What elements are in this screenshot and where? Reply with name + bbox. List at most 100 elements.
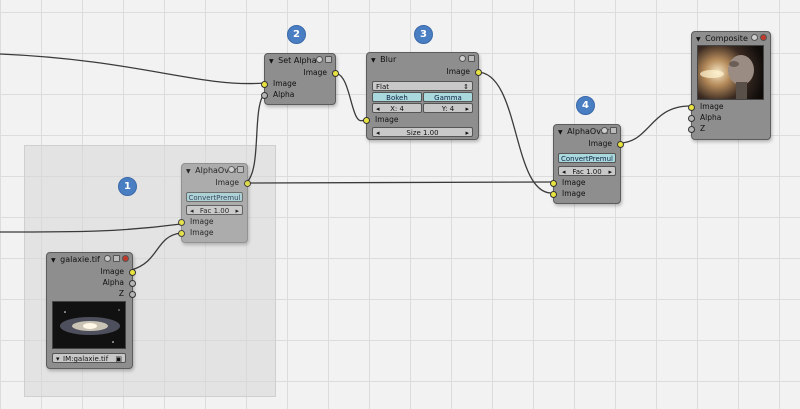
collapse-triangle-icon[interactable]: ▼ bbox=[558, 129, 563, 136]
set-alpha-title: Set Alpha bbox=[278, 56, 317, 65]
image-settings-icon[interactable]: ▣ bbox=[115, 354, 122, 364]
composite-in-image-socket[interactable] bbox=[688, 104, 695, 111]
preview-toggle-icon[interactable] bbox=[601, 127, 608, 134]
galaxy-thumbnail bbox=[60, 309, 120, 343]
composite-in-alpha-label: Alpha bbox=[700, 113, 722, 122]
alphaover-right-in-image1-label: Image bbox=[562, 178, 586, 187]
decrement-arrow-icon[interactable]: ◂ bbox=[376, 104, 380, 114]
options-toggle-icon[interactable] bbox=[610, 127, 617, 134]
link-setalpha-to-blur bbox=[333, 72, 365, 122]
dropdown-arrows-icon: ⇕ bbox=[463, 83, 469, 91]
composite-in-z-label: Z bbox=[700, 124, 706, 133]
galaxie-out-z-socket[interactable] bbox=[129, 291, 136, 298]
blur-in-image-socket[interactable] bbox=[363, 117, 370, 124]
badge-1: 1 bbox=[118, 177, 137, 196]
blur-out-image-socket[interactable] bbox=[475, 69, 482, 76]
preview-toggle-icon[interactable] bbox=[751, 34, 758, 41]
set-alpha-in-alpha-socket[interactable] bbox=[261, 92, 268, 99]
alphaover-right-in-image2-socket[interactable] bbox=[550, 191, 557, 198]
decrement-arrow-icon[interactable]: ◂ bbox=[376, 128, 380, 138]
galaxie-preview-image bbox=[52, 301, 126, 349]
composite-header[interactable]: ▼ Composite bbox=[692, 32, 770, 45]
collapse-triangle-icon[interactable]: ▼ bbox=[371, 57, 376, 64]
galaxie-out-alpha-socket[interactable] bbox=[129, 280, 136, 287]
preview-toggle-icon[interactable] bbox=[228, 166, 235, 173]
galaxie-out-alpha-label: Alpha bbox=[102, 278, 124, 287]
set-alpha-node[interactable]: ▼ Set Alpha Image Image Alpha bbox=[261, 53, 339, 105]
blur-gamma-toggle[interactable]: Gamma bbox=[423, 92, 473, 102]
alphaover-left-convert-premul-toggle[interactable]: ConvertPremul bbox=[186, 192, 243, 202]
composite-in-z-socket[interactable] bbox=[688, 126, 695, 133]
blur-x-value: X: 4 bbox=[390, 105, 404, 113]
alphaover-left-fac-field[interactable]: ◂ Fac 1.00 ▸ bbox=[186, 205, 243, 215]
alphaover-left-in-image2-socket[interactable] bbox=[178, 230, 185, 237]
blur-out-image-label: Image bbox=[446, 67, 471, 76]
blur-bokeh-toggle[interactable]: Bokeh bbox=[372, 92, 422, 102]
alphaover-left-in-image1-socket[interactable] bbox=[178, 219, 185, 226]
alphaover-left-in-image1-label: Image bbox=[190, 217, 214, 226]
options-toggle-icon[interactable] bbox=[468, 55, 475, 62]
galaxie-out-image-socket[interactable] bbox=[129, 269, 136, 276]
badge-3: 3 bbox=[414, 25, 433, 44]
decrement-arrow-icon[interactable]: ◂ bbox=[562, 167, 566, 177]
link-alphaover-right-to-composite bbox=[618, 105, 691, 144]
increment-arrow-icon[interactable]: ▸ bbox=[465, 128, 469, 138]
blur-y-value: Y: 4 bbox=[441, 105, 455, 113]
blur-y-field[interactable]: Y: 4 ▸ bbox=[423, 103, 473, 113]
alphaover-left-node[interactable]: ▼ AlphaOver Image ConvertPremul ◂ Fac 1.… bbox=[178, 163, 251, 243]
blur-x-field[interactable]: ◂ X: 4 bbox=[372, 103, 422, 113]
link-galaxie-to-alphaover-left bbox=[130, 232, 182, 271]
galaxie-out-z-label: Z bbox=[118, 289, 124, 298]
set-alpha-header[interactable]: ▼ Set Alpha bbox=[265, 54, 335, 67]
alphaover-right-out-image-socket[interactable] bbox=[617, 141, 624, 148]
collapse-triangle-icon[interactable]: ▼ bbox=[186, 168, 191, 175]
options-toggle-icon[interactable] bbox=[113, 255, 120, 262]
alphaover-right-in-image1-socket[interactable] bbox=[550, 180, 557, 187]
increment-arrow-icon[interactable]: ▸ bbox=[465, 104, 469, 114]
alphaover-left-out-image-socket[interactable] bbox=[244, 180, 251, 187]
alphaover-right-node[interactable]: ▼ AlphaOver Image ConvertPremul ◂ Fac 1.… bbox=[550, 124, 624, 204]
alphaover-right-out-image-label: Image bbox=[588, 139, 613, 148]
increment-arrow-icon[interactable]: ▸ bbox=[608, 167, 612, 177]
options-toggle-icon[interactable] bbox=[325, 56, 332, 63]
alphaover-left-fac-value: Fac 1.00 bbox=[199, 207, 230, 215]
increment-arrow-icon[interactable]: ▸ bbox=[235, 206, 239, 216]
alphaover-left-in-image2-label: Image bbox=[190, 228, 214, 237]
galaxie-image-field: IM:galaxie.tif bbox=[63, 355, 109, 363]
blur-title: Blur bbox=[380, 55, 397, 64]
blur-filter-value: Flat bbox=[376, 83, 390, 91]
galaxie-title: galaxie.tif bbox=[60, 255, 100, 264]
render-status-icon[interactable] bbox=[760, 34, 767, 41]
set-alpha-out-image-socket[interactable] bbox=[332, 70, 339, 77]
image-browse-icon[interactable]: ▾ bbox=[56, 354, 60, 364]
collapse-triangle-icon[interactable]: ▼ bbox=[269, 58, 274, 65]
preview-toggle-icon[interactable] bbox=[459, 55, 466, 62]
blur-filter-dropdown[interactable]: Flat ⇕ bbox=[372, 81, 473, 91]
alphaover-right-convert-premul-toggle[interactable]: ConvertPremul bbox=[558, 153, 616, 163]
galaxie-header[interactable]: ▼ galaxie.tif bbox=[47, 253, 132, 266]
blur-size-value: Size 1.00 bbox=[406, 129, 439, 137]
blur-header[interactable]: ▼ Blur bbox=[367, 53, 478, 66]
set-alpha-in-image-label: Image bbox=[273, 79, 297, 88]
galaxie-image-node[interactable]: ▼ galaxie.tif Image Alpha Z ▾ IM:galaxie… bbox=[46, 252, 136, 369]
alphaover-left-header[interactable]: ▼ AlphaOver bbox=[182, 164, 247, 177]
alphaover-right-fac-field[interactable]: ◂ Fac 1.00 ▸ bbox=[558, 166, 616, 176]
render-status-icon[interactable] bbox=[122, 255, 129, 262]
preview-toggle-icon[interactable] bbox=[104, 255, 111, 262]
galaxie-image-selector[interactable]: ▾ IM:galaxie.tif ▣ bbox=[52, 353, 126, 363]
alphaover-right-header[interactable]: ▼ AlphaOver bbox=[554, 125, 620, 138]
composite-node[interactable]: ▼ Composite Image Alpha Z bbox=[688, 31, 771, 140]
collapse-triangle-icon[interactable]: ▼ bbox=[696, 36, 701, 43]
blur-node[interactable]: ▼ Blur Image Flat ⇕ Bokeh Gamma ◂ X: 4 Y… bbox=[363, 52, 482, 140]
composite-preview-figure bbox=[700, 55, 754, 99]
preview-toggle-icon[interactable] bbox=[316, 56, 323, 63]
set-alpha-in-alpha-label: Alpha bbox=[273, 90, 295, 99]
collapse-triangle-icon[interactable]: ▼ bbox=[51, 257, 56, 264]
decrement-arrow-icon[interactable]: ◂ bbox=[190, 206, 194, 216]
options-toggle-icon[interactable] bbox=[237, 166, 244, 173]
composite-title: Composite bbox=[705, 34, 748, 43]
set-alpha-in-image-socket[interactable] bbox=[261, 81, 268, 88]
alphaover-right-fac-value: Fac 1.00 bbox=[572, 168, 602, 176]
composite-in-alpha-socket[interactable] bbox=[688, 115, 695, 122]
blur-size-field[interactable]: ◂ Size 1.00 ▸ bbox=[372, 127, 473, 137]
